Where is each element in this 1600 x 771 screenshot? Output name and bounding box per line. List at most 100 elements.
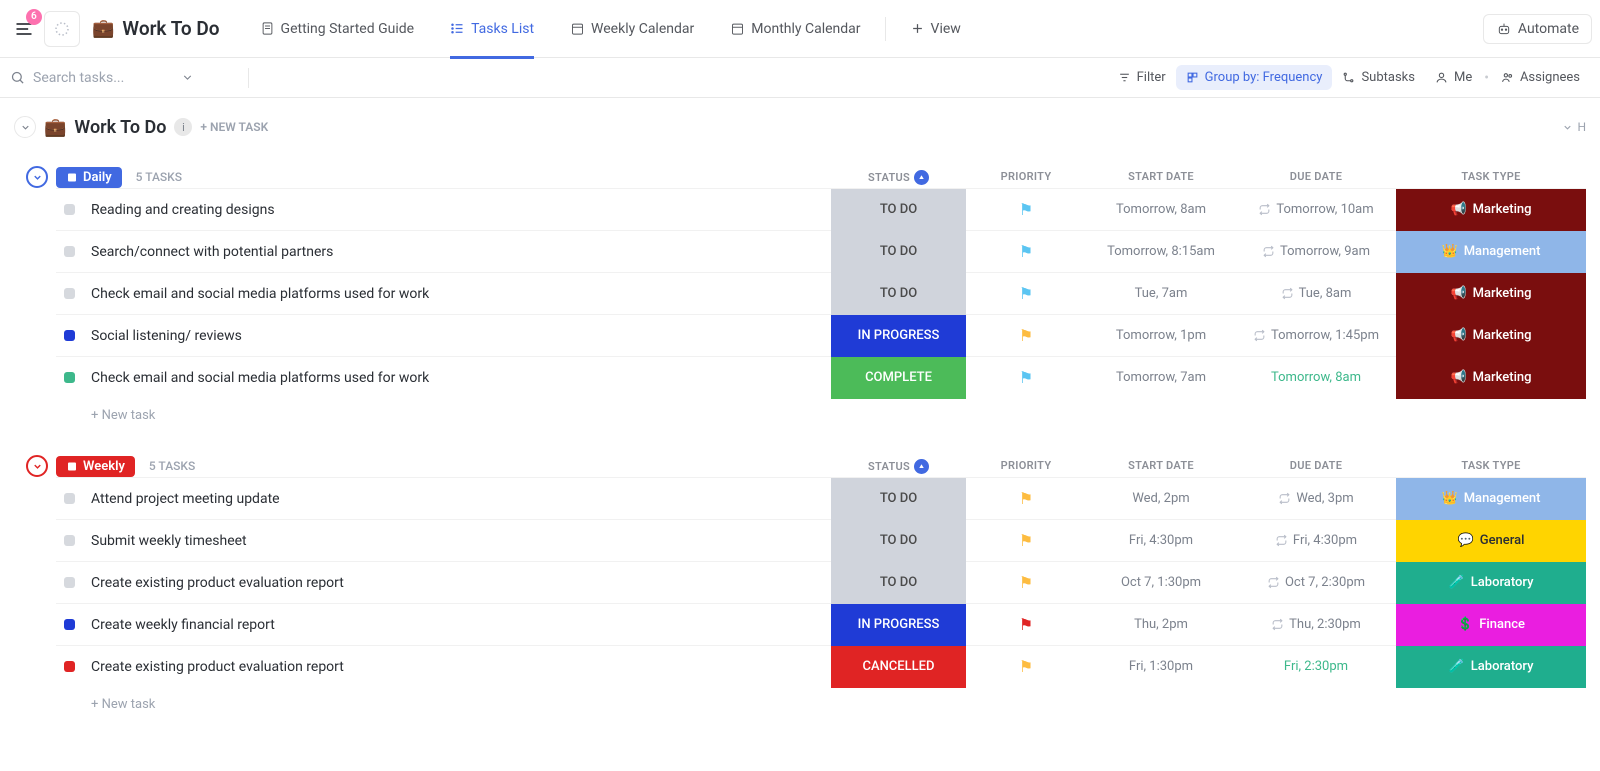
status-square[interactable] bbox=[64, 372, 75, 383]
tab-getting-started[interactable]: Getting Started Guide bbox=[244, 0, 431, 58]
status-cell[interactable]: CANCELLED bbox=[831, 646, 966, 688]
task-name[interactable]: Attend project meeting update bbox=[91, 491, 831, 507]
group-by-button[interactable]: Group by: Frequency bbox=[1176, 65, 1333, 90]
col-priority[interactable]: PRIORITY bbox=[966, 459, 1086, 474]
col-status[interactable]: STATUS bbox=[831, 170, 966, 185]
tab-weekly-calendar[interactable]: Weekly Calendar bbox=[554, 0, 710, 58]
me-button[interactable]: Me bbox=[1425, 65, 1482, 90]
due-date-cell[interactable]: Fri, 2:30pm bbox=[1236, 646, 1396, 688]
task-type-cell[interactable]: 📢Marketing bbox=[1396, 189, 1586, 231]
col-task-type[interactable]: TASK TYPE bbox=[1396, 170, 1586, 185]
automate-button[interactable]: Automate bbox=[1483, 14, 1592, 44]
group-collapse-button[interactable] bbox=[26, 166, 48, 188]
priority-cell[interactable]: ⚑ bbox=[966, 189, 1086, 231]
col-due-date[interactable]: DUE DATE bbox=[1236, 170, 1396, 185]
task-type-cell[interactable]: 📢Marketing bbox=[1396, 357, 1586, 399]
task-name[interactable]: Check email and social media platforms u… bbox=[91, 286, 831, 302]
start-date-cell[interactable]: Fri, 1:30pm bbox=[1086, 646, 1236, 688]
due-date-cell[interactable]: Oct 7, 2:30pm bbox=[1236, 562, 1396, 604]
task-row[interactable]: Create weekly financial report IN PROGRE… bbox=[56, 603, 1586, 645]
task-type-cell[interactable]: 👑Management bbox=[1396, 231, 1586, 273]
add-task-button[interactable]: + New task bbox=[91, 408, 1586, 423]
group-label[interactable]: Daily bbox=[56, 167, 122, 188]
task-name[interactable]: Submit weekly timesheet bbox=[91, 533, 831, 549]
status-square[interactable] bbox=[64, 288, 75, 299]
start-date-cell[interactable]: Tue, 7am bbox=[1086, 273, 1236, 315]
due-date-cell[interactable]: Tomorrow, 10am bbox=[1236, 189, 1396, 231]
status-cell[interactable]: IN PROGRESS bbox=[831, 604, 966, 646]
priority-cell[interactable]: ⚑ bbox=[966, 231, 1086, 273]
task-type-cell[interactable]: 💲Finance bbox=[1396, 604, 1586, 646]
new-task-button[interactable]: + NEW TASK bbox=[200, 120, 268, 134]
status-cell[interactable]: TO DO bbox=[831, 273, 966, 315]
priority-cell[interactable]: ⚑ bbox=[966, 646, 1086, 688]
status-square[interactable] bbox=[64, 330, 75, 341]
due-date-cell[interactable]: Tomorrow, 9am bbox=[1236, 231, 1396, 273]
task-row[interactable]: Search/connect with potential partners T… bbox=[56, 230, 1586, 272]
filter-button[interactable]: Filter bbox=[1108, 65, 1176, 90]
col-status[interactable]: STATUS bbox=[831, 459, 966, 474]
col-priority[interactable]: PRIORITY bbox=[966, 170, 1086, 185]
task-name[interactable]: Reading and creating designs bbox=[91, 202, 831, 218]
task-name[interactable]: Social listening/ reviews bbox=[91, 328, 831, 344]
due-date-cell[interactable]: Tue, 8am bbox=[1236, 273, 1396, 315]
task-name[interactable]: Create weekly financial report bbox=[91, 617, 831, 633]
add-task-button[interactable]: + New task bbox=[91, 697, 1586, 712]
priority-cell[interactable]: ⚑ bbox=[966, 273, 1086, 315]
status-square[interactable] bbox=[64, 619, 75, 630]
task-row[interactable]: Create existing product evaluation repor… bbox=[56, 645, 1586, 687]
status-cell[interactable]: TO DO bbox=[831, 478, 966, 520]
status-square[interactable] bbox=[64, 661, 75, 672]
task-name[interactable]: Create existing product evaluation repor… bbox=[91, 575, 831, 591]
assignees-button[interactable]: Assignees bbox=[1491, 65, 1590, 90]
task-name[interactable]: Create existing product evaluation repor… bbox=[91, 659, 831, 675]
priority-cell[interactable]: ⚑ bbox=[966, 357, 1086, 399]
due-date-cell[interactable]: Thu, 2:30pm bbox=[1236, 604, 1396, 646]
task-type-cell[interactable]: 🧪Laboratory bbox=[1396, 646, 1586, 688]
due-date-cell[interactable]: Fri, 4:30pm bbox=[1236, 520, 1396, 562]
start-date-cell[interactable]: Fri, 4:30pm bbox=[1086, 520, 1236, 562]
add-view-button[interactable]: View bbox=[894, 0, 977, 58]
task-row[interactable]: Reading and creating designs TO DO ⚑ Tom… bbox=[56, 188, 1586, 230]
priority-cell[interactable]: ⚑ bbox=[966, 604, 1086, 646]
search-input[interactable] bbox=[33, 70, 173, 86]
due-date-cell[interactable]: Tomorrow, 1:45pm bbox=[1236, 315, 1396, 357]
status-cell[interactable]: IN PROGRESS bbox=[831, 315, 966, 357]
task-type-cell[interactable]: 📢Marketing bbox=[1396, 273, 1586, 315]
start-date-cell[interactable]: Tomorrow, 7am bbox=[1086, 357, 1236, 399]
task-type-cell[interactable]: 💬General bbox=[1396, 520, 1586, 562]
chevron-down-icon[interactable] bbox=[181, 71, 194, 84]
task-type-cell[interactable]: 📢Marketing bbox=[1396, 315, 1586, 357]
due-date-cell[interactable]: Wed, 3pm bbox=[1236, 478, 1396, 520]
task-row[interactable]: Create existing product evaluation repor… bbox=[56, 561, 1586, 603]
priority-cell[interactable]: ⚑ bbox=[966, 562, 1086, 604]
status-square[interactable] bbox=[64, 246, 75, 257]
hide-button[interactable]: H bbox=[1562, 120, 1586, 134]
priority-cell[interactable]: ⚑ bbox=[966, 520, 1086, 562]
task-row[interactable]: Attend project meeting update TO DO ⚑ We… bbox=[56, 477, 1586, 519]
start-date-cell[interactable]: Thu, 2pm bbox=[1086, 604, 1236, 646]
info-icon[interactable]: i bbox=[174, 118, 192, 136]
status-cell[interactable]: COMPLETE bbox=[831, 357, 966, 399]
col-start-date[interactable]: START DATE bbox=[1086, 170, 1236, 185]
col-start-date[interactable]: START DATE bbox=[1086, 459, 1236, 474]
group-collapse-button[interactable] bbox=[26, 455, 48, 477]
col-due-date[interactable]: DUE DATE bbox=[1236, 459, 1396, 474]
status-square[interactable] bbox=[64, 535, 75, 546]
group-label[interactable]: Weekly bbox=[56, 456, 135, 477]
priority-cell[interactable]: ⚑ bbox=[966, 315, 1086, 357]
start-date-cell[interactable]: Tomorrow, 8am bbox=[1086, 189, 1236, 231]
due-date-cell[interactable]: Tomorrow, 8am bbox=[1236, 357, 1396, 399]
col-task-type[interactable]: TASK TYPE bbox=[1396, 459, 1586, 474]
task-row[interactable]: Check email and social media platforms u… bbox=[56, 272, 1586, 314]
task-type-cell[interactable]: 🧪Laboratory bbox=[1396, 562, 1586, 604]
workspace-icon[interactable] bbox=[44, 11, 80, 47]
status-square[interactable] bbox=[64, 204, 75, 215]
tab-monthly-calendar[interactable]: Monthly Calendar bbox=[714, 0, 876, 58]
start-date-cell[interactable]: Oct 7, 1:30pm bbox=[1086, 562, 1236, 604]
status-cell[interactable]: TO DO bbox=[831, 562, 966, 604]
collapse-all-button[interactable] bbox=[14, 116, 36, 138]
priority-cell[interactable]: ⚑ bbox=[966, 478, 1086, 520]
task-name[interactable]: Search/connect with potential partners bbox=[91, 244, 831, 260]
start-date-cell[interactable]: Tomorrow, 8:15am bbox=[1086, 231, 1236, 273]
